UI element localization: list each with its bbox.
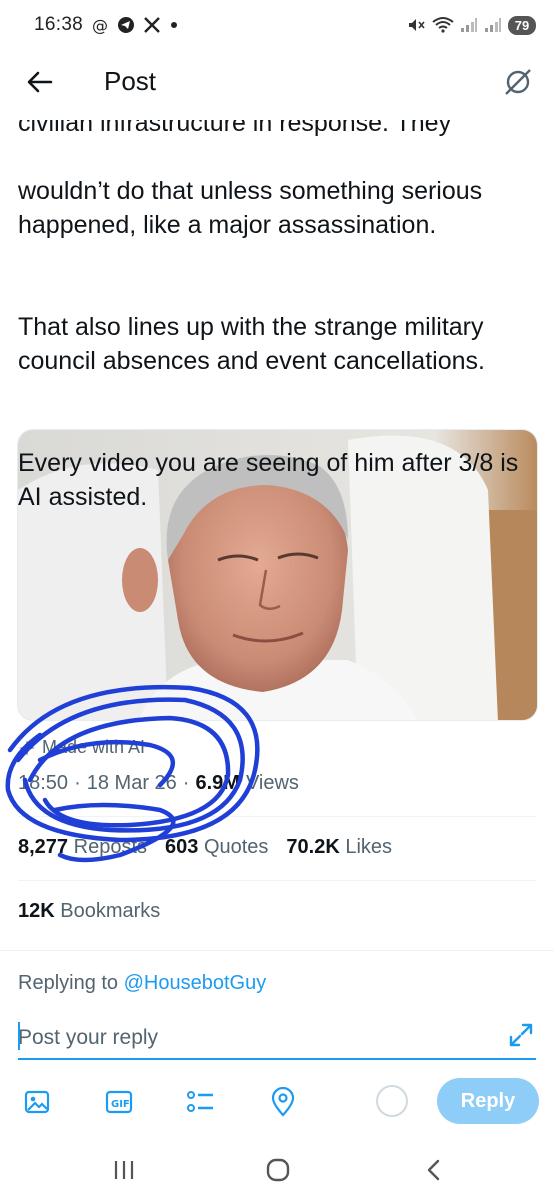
divider (18, 880, 536, 881)
back-arrow-icon (27, 71, 53, 93)
poll-icon (187, 1091, 213, 1112)
back-chevron-icon (427, 1159, 440, 1181)
x-logo-icon (143, 16, 161, 34)
ai-label-text: Made with AI (42, 737, 146, 757)
reply-input[interactable] (18, 1018, 536, 1060)
page-title: Post (104, 66, 157, 96)
reposts-stat[interactable]: 8,277 Reposts (18, 836, 147, 859)
wifi-icon (432, 16, 454, 34)
gif-icon: GIF (105, 1090, 133, 1114)
tweet-meta: 18:50 · 18 Mar 26 · 6.9M Views (18, 772, 299, 795)
tweet-date[interactable]: 18 Mar 26 (87, 772, 177, 795)
mute-icon (406, 15, 426, 35)
dot-icon (169, 20, 179, 30)
replying-to: Replying to @HousebotGuy (18, 972, 267, 994)
home-button[interactable] (262, 1154, 294, 1186)
character-count-ring (376, 1085, 408, 1117)
poll-button[interactable] (184, 1086, 216, 1118)
home-icon (266, 1158, 290, 1182)
tweet-paragraph-3: Every video you are seeing of him after … (18, 449, 519, 511)
quotes-stat[interactable]: 603 Quotes (165, 836, 268, 859)
location-button[interactable] (267, 1086, 299, 1118)
tweet-body: civilian infrastructure in response. The… (18, 100, 538, 582)
separator: · (182, 772, 190, 794)
system-nav-bar (0, 1140, 554, 1200)
reply-handle-link[interactable]: @HousebotGuy (124, 972, 267, 994)
views-count: 6.9M (195, 772, 240, 794)
back-button[interactable] (22, 64, 58, 100)
telegram-icon (117, 16, 135, 34)
recents-button[interactable] (108, 1154, 140, 1186)
post-header: Post (0, 52, 554, 110)
back-nav-button[interactable] (418, 1154, 450, 1186)
divider (0, 950, 554, 951)
status-time: 16:38 (34, 14, 84, 35)
svg-text:GIF: GIF (111, 1099, 130, 1110)
grok-icon (505, 69, 531, 95)
image-icon (24, 1090, 50, 1114)
svg-text:@: @ (92, 16, 108, 34)
tweet-paragraph-2: That also lines up with the strange mili… (18, 313, 485, 375)
signal-icon-2 (484, 17, 502, 33)
status-bar: 16:38 @ 79 (0, 0, 554, 50)
gif-button[interactable]: GIF (103, 1086, 135, 1118)
tweet-paragraph-1: wouldn’t do that unless something seriou… (18, 177, 483, 239)
bookmarks-stat[interactable]: 12K Bookmarks (18, 900, 160, 923)
media-button[interactable] (21, 1086, 53, 1118)
location-pin-icon (271, 1087, 295, 1117)
sparkle-icon (19, 739, 35, 756)
expand-reply-button[interactable] (506, 1020, 536, 1050)
battery-indicator: 79 (508, 15, 536, 35)
separator: · (74, 772, 81, 794)
threads-icon: @ (91, 16, 109, 34)
views-label: Views (245, 772, 299, 794)
reply-button[interactable]: Reply (437, 1078, 539, 1124)
tweet-time[interactable]: 18:50 (18, 772, 68, 795)
expand-icon (509, 1023, 533, 1047)
ai-disclosure-label[interactable]: Made with AI (18, 737, 145, 758)
divider (18, 816, 536, 817)
engagement-stats: 8,277 Reposts 603 Quotes 70.2K Likes (18, 836, 392, 859)
signal-icon (460, 17, 478, 33)
text-cursor (18, 1022, 20, 1050)
grok-button[interactable] (500, 64, 536, 100)
likes-stat[interactable]: 70.2K Likes (286, 836, 392, 859)
recents-icon (114, 1161, 134, 1179)
clipped-text-line: civilian infrastructure in response. The… (18, 120, 452, 137)
